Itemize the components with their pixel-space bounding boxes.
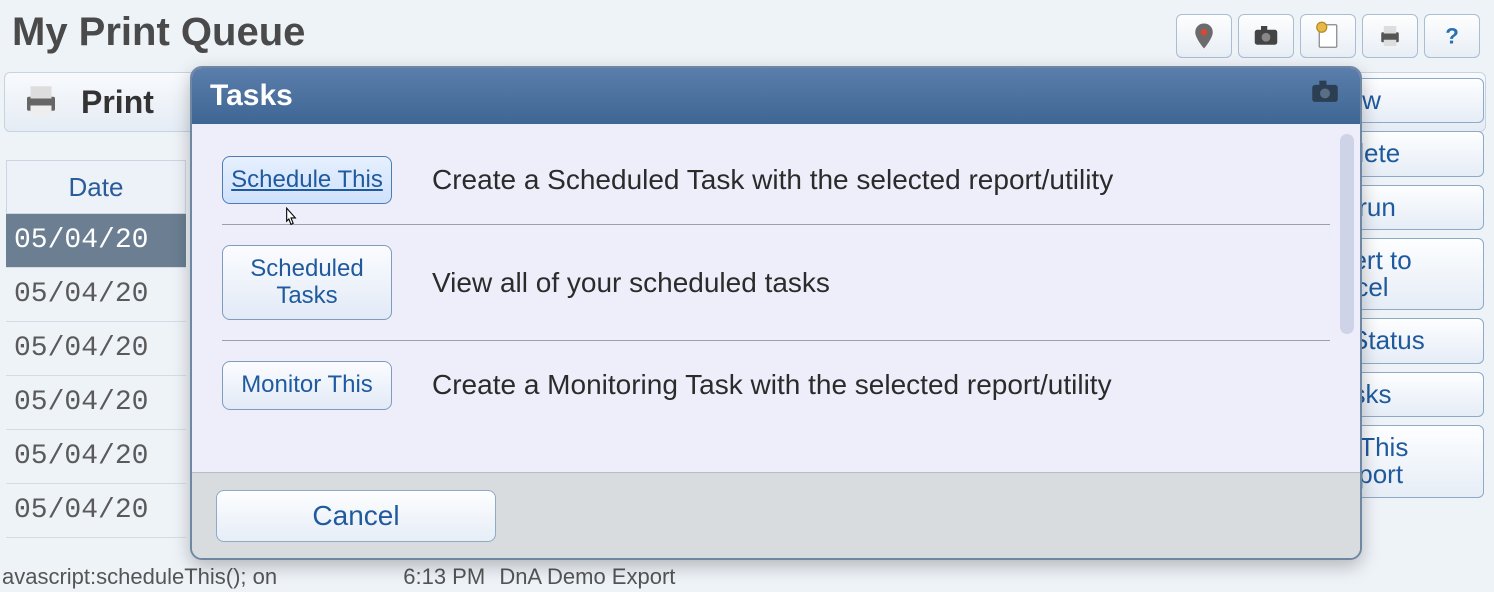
table-row[interactable]: 05/04/20 bbox=[6, 214, 186, 268]
status-script-text: avascript:scheduleThis(); on bbox=[2, 564, 277, 589]
table-row[interactable]: 05/04/20 bbox=[6, 484, 186, 538]
modal-title-bar: Tasks bbox=[192, 68, 1360, 124]
tasks-modal: Tasks Schedule This Create a Scheduled T… bbox=[190, 66, 1362, 560]
printer-large-icon[interactable] bbox=[15, 79, 67, 125]
table-row[interactable]: 05/04/20 bbox=[6, 322, 186, 376]
cancel-button[interactable]: Cancel bbox=[216, 490, 496, 542]
task-row-scheduled-tasks: Scheduled Tasks View all of your schedul… bbox=[222, 225, 1330, 341]
svg-text:?: ? bbox=[1445, 24, 1459, 49]
task-row-monitor-this: Monitor This Create a Monitoring Task wi… bbox=[222, 341, 1330, 429]
task-row-schedule-this: Schedule This Create a Scheduled Task wi… bbox=[222, 136, 1330, 225]
schedule-page-icon[interactable] bbox=[1300, 14, 1356, 58]
status-bar: avascript:scheduleThis(); on 6:13 PM DnA… bbox=[2, 564, 675, 590]
date-column: 05/04/20 05/04/20 05/04/20 05/04/20 05/0… bbox=[6, 214, 186, 538]
camera-icon[interactable] bbox=[1308, 75, 1342, 117]
status-time: 6:13 PM bbox=[403, 564, 485, 589]
task-description: Create a Monitoring Task with the select… bbox=[432, 369, 1112, 401]
top-toolbar: ? bbox=[1176, 14, 1480, 58]
task-description: View all of your scheduled tasks bbox=[432, 267, 830, 299]
modal-body: Schedule This Create a Scheduled Task wi… bbox=[192, 124, 1360, 472]
table-row[interactable]: 05/04/20 bbox=[6, 376, 186, 430]
scrollbar[interactable] bbox=[1340, 134, 1354, 334]
printer-icon[interactable] bbox=[1362, 14, 1418, 58]
status-name: DnA Demo Export bbox=[499, 564, 675, 589]
task-description: Create a Scheduled Task with the selecte… bbox=[432, 164, 1113, 196]
schedule-this-button[interactable]: Schedule This bbox=[222, 156, 392, 204]
table-row[interactable]: 05/04/20 bbox=[6, 268, 186, 322]
modal-footer: Cancel bbox=[192, 472, 1360, 558]
page-title: My Print Queue bbox=[12, 10, 305, 55]
modal-title: Tasks bbox=[210, 79, 293, 113]
print-label: Print bbox=[81, 84, 154, 121]
table-row[interactable]: 05/04/20 bbox=[6, 430, 186, 484]
date-column-header[interactable]: Date bbox=[6, 160, 186, 214]
scheduled-tasks-button[interactable]: Scheduled Tasks bbox=[222, 245, 392, 320]
monitor-this-button[interactable]: Monitor This bbox=[222, 361, 392, 409]
map-pin-icon[interactable] bbox=[1176, 14, 1232, 58]
camera-icon[interactable] bbox=[1238, 14, 1294, 58]
help-icon[interactable]: ? bbox=[1424, 14, 1480, 58]
